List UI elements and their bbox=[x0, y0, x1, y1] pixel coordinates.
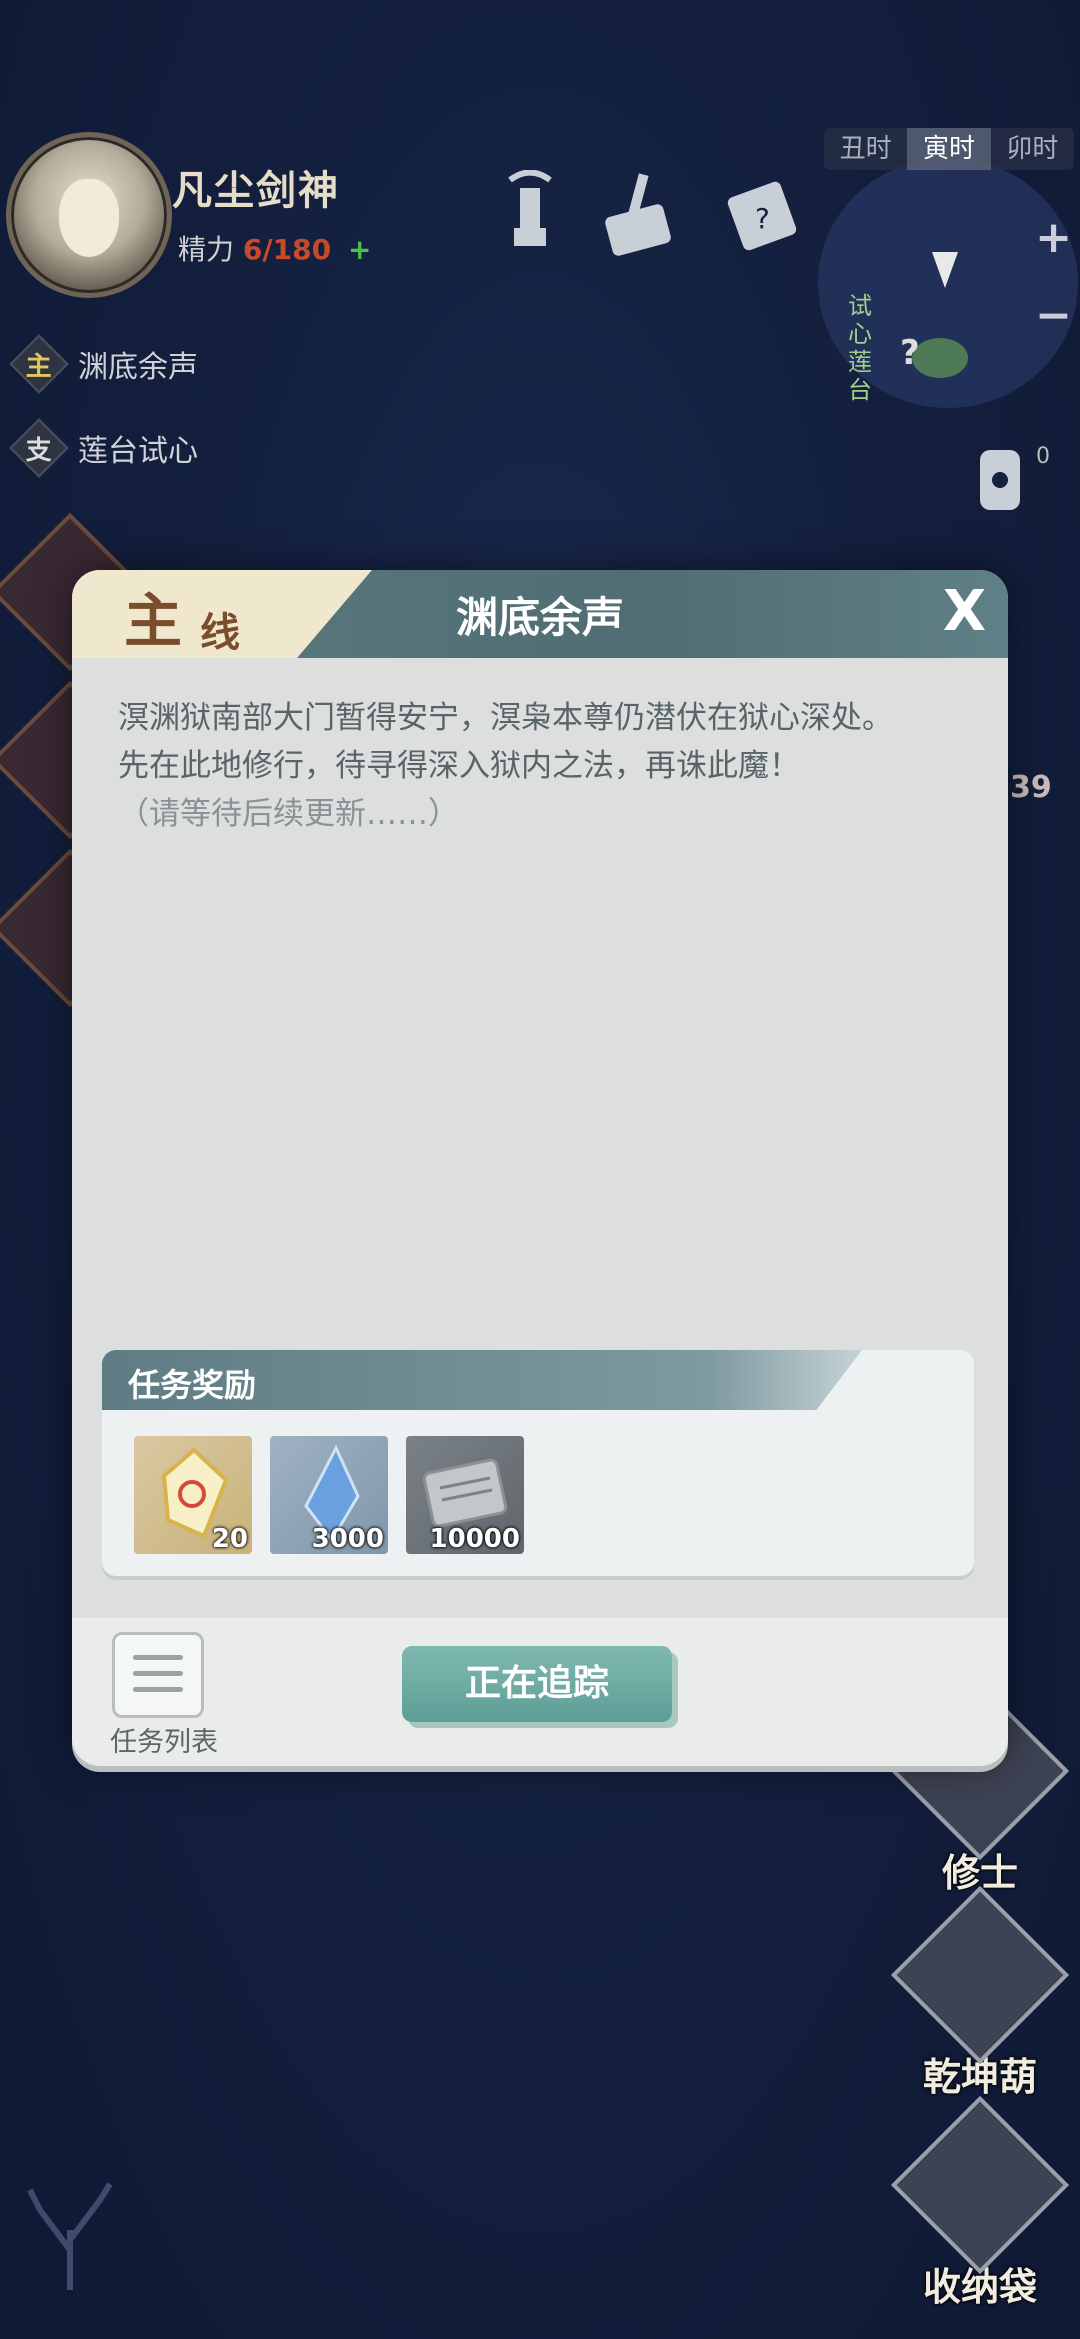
description-note: （请等待后续更新……） bbox=[118, 796, 459, 832]
storage-bag-button[interactable]: 收纳袋 bbox=[890, 2095, 1070, 2311]
tracking-button[interactable]: 正在追踪 bbox=[402, 1646, 672, 1722]
reward-header: 任务奖励 bbox=[102, 1350, 862, 1410]
mystery-npc-icon[interactable]: ? bbox=[880, 322, 970, 382]
side-quest-badge: 支 bbox=[9, 418, 69, 478]
svg-text:?: ? bbox=[900, 333, 920, 373]
reward-count: 3000 bbox=[311, 1524, 384, 1554]
player-avatar[interactable] bbox=[6, 132, 172, 298]
yin-yang-gourd-icon bbox=[890, 1885, 1070, 2065]
reward-count: 10000 bbox=[429, 1524, 520, 1554]
player-marker-icon bbox=[932, 252, 958, 288]
zoom-out-button[interactable]: − bbox=[1035, 290, 1072, 341]
avatar-face bbox=[59, 179, 119, 257]
reward-count: 20 bbox=[211, 1524, 248, 1554]
modal-title: 渊底余声 bbox=[455, 593, 624, 642]
storage-bag-icon bbox=[890, 2095, 1070, 2275]
modal-footer: 任务列表 正在追踪 bbox=[72, 1618, 1008, 1766]
main-quest-badge: 主 bbox=[9, 334, 69, 394]
description-line: 先在此地修行，待寻得深入狱内之法，再诛此魔！ bbox=[118, 748, 800, 784]
modal-header: 主 线 渊底余声 X bbox=[72, 570, 1008, 658]
tracking-button-label: 正在追踪 bbox=[464, 1663, 609, 1704]
reward-item[interactable]: 3000 bbox=[270, 1436, 388, 1554]
sect-bell-icon[interactable] bbox=[490, 170, 570, 260]
reward-item[interactable]: 10000 bbox=[406, 1436, 524, 1554]
gourd-button[interactable]: 乾坤葫 bbox=[890, 1885, 1070, 2101]
time-slot-current: 寅时 bbox=[907, 128, 991, 170]
minimap-location-label: 试心莲台 bbox=[848, 292, 872, 404]
time-slot: 卯时 bbox=[1006, 134, 1059, 164]
bell-badge-count: 0 bbox=[1036, 444, 1050, 469]
coral-decoration-icon bbox=[27, 2182, 113, 2290]
zoom-in-button[interactable]: + bbox=[1035, 212, 1072, 263]
description-line: 溟渊狱南部大门暂得安宁，溟枭本尊仍潜伏在狱心深处。 bbox=[118, 700, 893, 736]
task-list-label[interactable]: 任务列表 bbox=[110, 1720, 218, 1759]
reward-header-label: 任务奖励 bbox=[128, 1366, 257, 1404]
quest-tracker-main[interactable]: 主 渊底余声 bbox=[9, 334, 198, 394]
quest-description: 溟渊狱南部大门暂得安宁，溟枭本尊仍潜伏在狱心深处。 先在此地修行，待寻得深入狱内… bbox=[118, 694, 978, 838]
mystery-scroll-icon[interactable]: ? bbox=[722, 170, 802, 260]
energy-value: 6/180 bbox=[242, 233, 332, 266]
time-slot: 丑时 bbox=[839, 134, 892, 164]
quest-tracker-label: 莲台试心 bbox=[78, 434, 198, 469]
quest-detail-modal: 主 线 渊底余声 X 溟渊狱南部大门暂得安宁，溟枭本尊仍潜伏在狱心深处。 先在此… bbox=[72, 570, 1008, 1766]
close-button[interactable]: X bbox=[943, 580, 986, 644]
scroll-brush-icon[interactable] bbox=[598, 170, 678, 260]
energy-display: 精力 6/180 + bbox=[178, 228, 371, 268]
player-name: 凡尘剑神 bbox=[172, 168, 340, 214]
svg-text:?: ? bbox=[755, 202, 770, 235]
energy-plus-button[interactable]: + bbox=[348, 233, 371, 266]
bell-tower-icon[interactable] bbox=[960, 440, 1040, 540]
quest-tracker-label: 渊底余声 bbox=[78, 350, 198, 385]
task-list-icon[interactable] bbox=[112, 1632, 204, 1718]
reward-items: 20 3000 10000 bbox=[134, 1436, 524, 1554]
reward-item[interactable]: 20 bbox=[134, 1436, 252, 1554]
time-bar: 丑时 寅时 卯时 bbox=[824, 128, 1074, 170]
reward-panel: 任务奖励 20 3000 10000 bbox=[102, 1350, 974, 1576]
energy-label: 精力 bbox=[178, 233, 235, 266]
partial-count: 39 bbox=[1010, 770, 1052, 805]
quest-tracker-side[interactable]: 支 莲台试心 bbox=[9, 418, 198, 478]
